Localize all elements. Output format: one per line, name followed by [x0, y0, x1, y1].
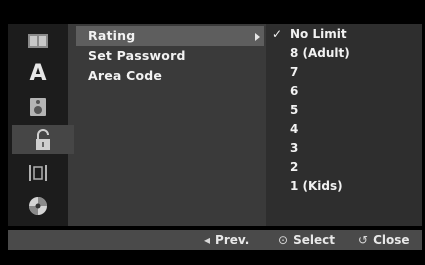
option-item[interactable]: 1 (Kids) [266, 177, 422, 196]
setting-menu: Rating Set Password Area Code [76, 24, 264, 226]
option-item[interactable]: 3 [266, 139, 422, 158]
close-button[interactable]: ↺ Close [358, 230, 410, 250]
disc-info-icon[interactable] [12, 26, 64, 55]
footer-bar: ◂ Prev. ⊙ Select ↺ Close [8, 230, 422, 250]
option-item[interactable]: 8 (Adult) [266, 44, 422, 63]
disc-icon[interactable] [12, 191, 64, 220]
option-label: 4 [290, 122, 299, 136]
option-label: 8 (Adult) [290, 46, 350, 60]
dvd-setup-screen: A Rating Set Password Area Code ✓ No Lim… [0, 0, 425, 265]
menu-item-set-password[interactable]: Set Password [76, 46, 264, 66]
option-label: 2 [290, 160, 299, 174]
checkmark-icon: ✓ [272, 27, 283, 41]
close-label: Close [373, 233, 410, 247]
select-label: Select [293, 233, 335, 247]
rating-options: ✓ No Limit 8 (Adult) 7 6 5 4 3 2 1 (Kids… [266, 24, 422, 226]
menu-item-rating[interactable]: Rating [76, 26, 264, 46]
option-item[interactable]: 7 [266, 63, 422, 82]
film-icon[interactable] [12, 158, 64, 187]
option-label: 6 [290, 84, 299, 98]
option-label: 3 [290, 141, 299, 155]
category-sidebar: A [8, 24, 74, 226]
prev-button[interactable]: ◂ Prev. [204, 230, 249, 250]
option-item[interactable]: ✓ No Limit [266, 25, 422, 44]
return-icon: ↺ [358, 233, 369, 247]
option-item[interactable]: 5 [266, 101, 422, 120]
prev-label: Prev. [215, 233, 250, 247]
menu-item-label: Set Password [88, 48, 186, 63]
option-label: 5 [290, 103, 299, 117]
menu-item-label: Rating [88, 28, 136, 43]
option-item[interactable]: 2 [266, 158, 422, 177]
audio-icon[interactable] [12, 92, 64, 121]
language-icon[interactable]: A [12, 59, 64, 88]
option-label: No Limit [290, 27, 347, 41]
enter-icon: ⊙ [278, 233, 289, 247]
option-label: 1 (Kids) [290, 179, 343, 193]
menu-item-area-code[interactable]: Area Code [76, 66, 264, 86]
option-item[interactable]: 4 [266, 120, 422, 139]
option-item[interactable]: 6 [266, 82, 422, 101]
select-button[interactable]: ⊙ Select [278, 230, 335, 250]
lock-icon[interactable] [12, 125, 74, 154]
option-label: 7 [290, 65, 299, 79]
triangle-left-icon: ◂ [204, 233, 211, 247]
menu-item-label: Area Code [88, 68, 163, 83]
chevron-right-icon [255, 33, 260, 41]
